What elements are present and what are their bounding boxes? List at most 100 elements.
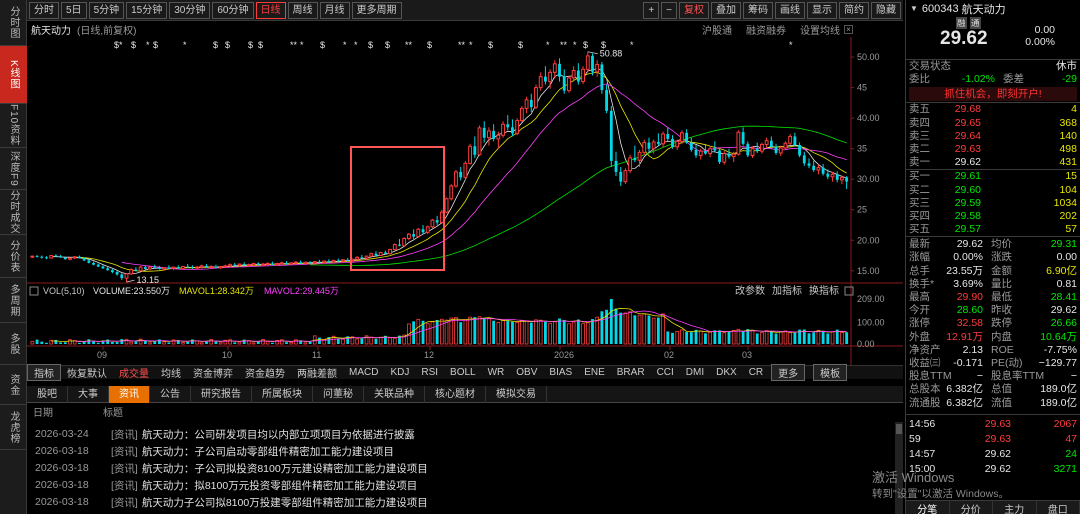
toolbar-btn-5[interactable]: 画线: [775, 1, 805, 19]
news-row[interactable]: 2026-03-18 [资讯] 航天动力子公司拟8100万投建零部组件精密加工能力建…: [27, 494, 887, 510]
indicator-tab-18[interactable]: DKX: [710, 367, 743, 378]
nav-item-9[interactable]: 龙虎榜: [0, 405, 27, 450]
news-row[interactable]: 2026-03-18 [资讯] 航天动力：拟8100万元投资零部组件精密加工能力建设…: [27, 477, 887, 493]
open-account-banner[interactable]: 抓住机会，即刻开户!: [909, 87, 1077, 102]
nav-item-5[interactable]: 分价表: [0, 235, 27, 278]
indicator-tab-4[interactable]: 资金博弈: [187, 365, 239, 380]
event-marker[interactable]: *: [630, 40, 634, 50]
sells-row[interactable]: 卖二 29.63 498: [906, 143, 1080, 156]
buys-row[interactable]: 买一 29.61 15: [906, 170, 1080, 183]
toolbar-btn-8[interactable]: 隐藏: [871, 1, 901, 19]
kline-chart[interactable]: 50.00 45 40.00 35 30.00 25 20.00 15.00 50.88 13.1…: [27, 21, 903, 365]
event-marker[interactable]: $: [583, 40, 588, 50]
indicator-tab-1[interactable]: 恢复默认: [61, 365, 113, 380]
event-marker[interactable]: $: [427, 40, 432, 50]
period-tab-5[interactable]: 60分钟: [212, 1, 254, 19]
event-marker[interactable]: $: [488, 40, 493, 50]
event-marker[interactable]: $: [131, 40, 136, 50]
indicator-tab-12[interactable]: OBV: [510, 367, 543, 378]
event-marker[interactable]: *: [183, 40, 187, 50]
checkbox-icon[interactable]: [29, 286, 39, 296]
period-tab-0[interactable]: 分时: [29, 1, 59, 19]
event-marker[interactable]: *: [789, 40, 793, 50]
news-tab-4[interactable]: 研究报告: [191, 385, 252, 403]
indicator-tab-5[interactable]: 资金趋势: [239, 365, 291, 380]
sells-row[interactable]: 卖一 29.62 431: [906, 156, 1080, 169]
indicator-tab-21[interactable]: 模板: [813, 364, 848, 381]
toolbar-btn-0[interactable]: +: [643, 1, 660, 19]
event-marker[interactable]: $: [385, 40, 390, 50]
event-marker[interactable]: $: [518, 40, 523, 50]
buys-row[interactable]: 买三 29.59 1034: [906, 197, 1080, 210]
toolbar-btn-1[interactable]: −: [661, 1, 677, 19]
news-tab-0[interactable]: 股吧: [27, 385, 68, 403]
news-tab-2[interactable]: 资讯: [109, 385, 150, 403]
event-marker[interactable]: *: [354, 40, 358, 50]
period-tab-1[interactable]: 5日: [61, 1, 87, 19]
indicator-tab-13[interactable]: BIAS: [543, 367, 578, 378]
vol-btn-2[interactable]: 换指标: [809, 284, 839, 297]
nav-item-8[interactable]: 资金: [0, 365, 27, 405]
toolbar-btn-4[interactable]: 筹码: [743, 1, 773, 19]
buys-row[interactable]: 买二 29.60 104: [906, 184, 1080, 197]
event-marker[interactable]: *: [469, 40, 473, 50]
quote-tab-1[interactable]: 分价: [950, 501, 993, 514]
event-marker[interactable]: *: [300, 40, 304, 50]
indicator-tab-17[interactable]: DMI: [680, 367, 710, 378]
indicator-tab-2[interactable]: 成交量: [113, 365, 155, 380]
nav-item-0[interactable]: 分时图: [0, 0, 27, 46]
toolbar-btn-3[interactable]: 叠加: [711, 1, 741, 19]
event-marker[interactable]: **: [290, 40, 298, 50]
toolbar-btn-7[interactable]: 简约: [839, 1, 869, 19]
buys-row[interactable]: 买四 29.58 202: [906, 210, 1080, 223]
nav-item-3[interactable]: 深度F9: [0, 148, 27, 190]
nav-item-1[interactable]: K线图: [0, 46, 27, 104]
event-marker[interactable]: *: [343, 40, 347, 50]
news-row[interactable]: 2026-03-18 [资讯] 航天动力：子公司启动零部组件精密加工能力建设项目: [27, 443, 887, 459]
event-marker[interactable]: $: [320, 40, 325, 50]
news-tab-9[interactable]: 模拟交易: [486, 385, 547, 403]
indicator-tab-15[interactable]: BRAR: [611, 367, 651, 378]
indicator-tab-10[interactable]: BOLL: [444, 367, 482, 378]
event-marker[interactable]: **: [405, 40, 413, 50]
news-tab-3[interactable]: 公告: [150, 385, 191, 403]
indicator-tab-11[interactable]: WR: [482, 367, 511, 378]
indicator-tab-7[interactable]: MACD: [343, 367, 384, 378]
news-tab-8[interactable]: 核心题材: [425, 385, 486, 403]
indicator-tab-0[interactable]: 指标: [27, 364, 61, 381]
toolbar-btn-2[interactable]: 复权: [679, 1, 709, 19]
indicator-tab-20[interactable]: 更多: [771, 364, 806, 381]
news-row[interactable]: 2026-03-24 [资讯] 航天动力：公司研发项目均以内部立项项目为依据进行披露: [27, 426, 887, 442]
buys-row[interactable]: 买五 29.57 57: [906, 223, 1080, 236]
period-tab-6[interactable]: 日线: [255, 1, 286, 19]
sells-row[interactable]: 卖五 29.68 4: [906, 103, 1080, 116]
indicator-tab-3[interactable]: 均线: [155, 365, 187, 380]
indicator-tab-6[interactable]: 两融差额: [291, 365, 343, 380]
nav-item-4[interactable]: 分时成交: [0, 190, 27, 235]
sells-row[interactable]: 卖三 29.64 140: [906, 130, 1080, 143]
vol-btn-1[interactable]: 加指标: [772, 284, 802, 297]
sells-row[interactable]: 卖四 29.65 368: [906, 117, 1080, 130]
vol-btn-0[interactable]: 改参数: [735, 284, 765, 297]
event-marker[interactable]: **: [458, 40, 466, 50]
news-tab-6[interactable]: 问董秘: [313, 385, 364, 403]
nav-item-7[interactable]: 多股: [0, 323, 27, 365]
event-marker[interactable]: $: [225, 40, 230, 50]
period-tab-8[interactable]: 月线: [319, 1, 350, 19]
period-tab-3[interactable]: 15分钟: [126, 1, 168, 19]
quote-tab-0[interactable]: 分笔: [906, 501, 950, 514]
event-marker[interactable]: $: [213, 40, 218, 50]
nav-item-2[interactable]: F10资料: [0, 104, 27, 148]
period-tab-2[interactable]: 5分钟: [88, 1, 125, 19]
event-marker[interactable]: *: [146, 40, 150, 50]
triangle-down-icon[interactable]: ▼: [910, 4, 918, 13]
news-tab-7[interactable]: 关联品种: [364, 385, 425, 403]
event-marker[interactable]: *: [573, 40, 577, 50]
event-marker[interactable]: $: [258, 40, 263, 50]
news-row[interactable]: 2026-03-18 [资讯] 航天动力：子公司拟投资8100万元建设精密加工能力建…: [27, 460, 887, 476]
nav-item-6[interactable]: 多周期: [0, 278, 27, 323]
event-marker[interactable]: $: [368, 40, 373, 50]
period-tab-7[interactable]: 周线: [287, 1, 318, 19]
news-tab-1[interactable]: 大事: [68, 385, 109, 403]
event-marker[interactable]: $: [248, 40, 253, 50]
